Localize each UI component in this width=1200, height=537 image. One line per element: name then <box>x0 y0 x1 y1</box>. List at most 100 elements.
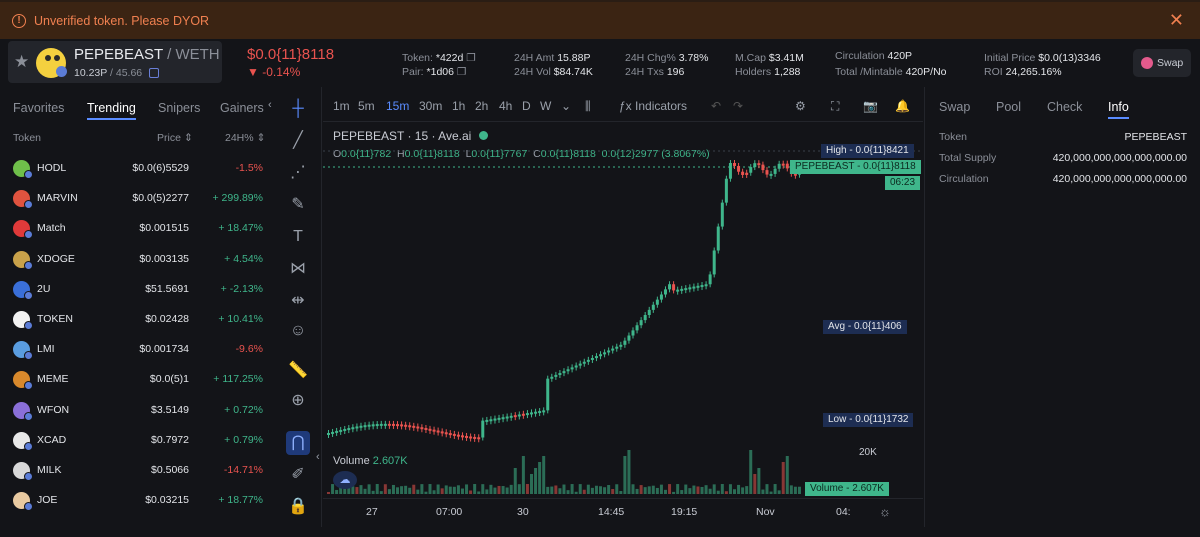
token-row[interactable]: MARVIN $0.0(5)2277 + 299.89% <box>0 184 268 214</box>
candle-body <box>586 359 590 362</box>
zoom-in-icon[interactable]: ⊕ <box>286 389 310 413</box>
volume-bar <box>497 485 501 494</box>
token-row[interactable]: XDOGE $0.003135 + 4.54% <box>0 245 268 275</box>
token-row[interactable]: HODL $0.0(6)5529 -1.5% <box>0 154 268 184</box>
volume-bar <box>542 456 546 494</box>
close-icon[interactable]: ✕ <box>1169 10 1184 31</box>
volume-bar <box>680 490 684 494</box>
stat-24h-chg: 24H Chg% 3.78% <box>625 52 709 64</box>
undo-icon[interactable]: ↶ <box>711 99 721 113</box>
lock-icon[interactable]: 🔒 <box>286 495 310 519</box>
token-change: + 18.77% <box>218 494 263 507</box>
tf-1m[interactable]: 1m <box>333 99 350 113</box>
token-row[interactable]: JOE $0.03215 + 18.77% <box>0 486 268 516</box>
candle-body <box>347 428 351 431</box>
lock-drawing-icon[interactable]: ✐ <box>286 463 310 487</box>
tab-trending[interactable]: Trending <box>87 101 136 120</box>
token-row[interactable]: WFON $3.5149 + 0.72% <box>0 396 268 426</box>
volume-bar <box>351 486 355 494</box>
magnet-icon[interactable]: ⋂ <box>286 431 310 455</box>
tf-2h[interactable]: 2h <box>475 99 488 113</box>
volume-bar <box>375 484 379 494</box>
token-row[interactable]: TOKEN $0.02428 + 10.41% <box>0 305 268 335</box>
ruler-icon[interactable]: 📏 <box>286 359 310 383</box>
volume-bar <box>590 487 594 494</box>
volume-bar <box>769 491 773 494</box>
volume-bar <box>460 488 464 494</box>
volume-bar <box>412 484 416 494</box>
tab-gainers[interactable]: Gainers <box>220 101 264 115</box>
tf-1h[interactable]: 1h <box>452 99 465 113</box>
tf-30m[interactable]: 30m <box>419 99 442 113</box>
token-row[interactable]: Match $0.001515 + 18.47% <box>0 214 268 244</box>
fib-icon[interactable]: ⋰ <box>286 161 310 185</box>
axis-settings-icon[interactable]: ☼ <box>879 504 891 519</box>
col-change[interactable]: 24H% ⇕ <box>225 132 265 144</box>
candle-type-icon[interactable]: ⫼ <box>585 99 591 114</box>
volume-bar <box>558 488 562 494</box>
tab-info[interactable]: Info <box>1108 100 1129 119</box>
token-change: + 0.79% <box>224 433 263 446</box>
redo-icon[interactable]: ↷ <box>733 99 743 113</box>
emoji-icon[interactable]: ☺ <box>286 319 310 343</box>
tab-favorites[interactable]: Favorites <box>13 101 64 115</box>
tf-4h[interactable]: 4h <box>499 99 512 113</box>
candle-body <box>497 417 501 420</box>
chevron-down-icon[interactable]: ⌄ <box>561 99 571 113</box>
candle-body <box>375 424 379 427</box>
tf-d[interactable]: D <box>522 99 531 113</box>
trendline-icon[interactable]: ╱ <box>286 129 310 153</box>
alert-bell-icon[interactable]: 🔔 <box>895 99 910 113</box>
cloud-icon[interactable]: ☁ <box>333 471 357 489</box>
pattern-icon[interactable]: ⋈ <box>286 257 310 281</box>
indicators-button[interactable]: ƒx Indicators <box>619 99 687 113</box>
settings-icon[interactable]: ⚙ <box>795 99 806 113</box>
price-chart[interactable]: 1m 5m 15m 30m 1h 2h 4h D W ⌄ ⫼ ƒx Indica… <box>323 87 923 527</box>
crosshair-icon[interactable]: ┼ <box>286 97 310 121</box>
token-row[interactable]: XCAD $0.7972 + 0.79% <box>0 426 268 456</box>
tab-swap[interactable]: Swap <box>939 100 970 114</box>
volume-bar <box>363 488 367 494</box>
volume-bar <box>331 484 335 494</box>
tab-snipers[interactable]: Snipers <box>158 101 200 115</box>
tf-15m[interactable]: 15m <box>386 99 409 113</box>
candle-body <box>493 418 497 421</box>
token-row[interactable]: MEME $0.0(5)1 + 117.25% <box>0 365 268 395</box>
text-icon[interactable]: T <box>286 225 310 249</box>
candle-body <box>359 425 363 428</box>
collapse-toolbar-icon[interactable]: ‹ <box>316 451 320 463</box>
tf-5m[interactable]: 5m <box>358 99 375 113</box>
star-icon[interactable]: ★ <box>14 52 29 72</box>
token-selector[interactable]: ★ PEPEBEAST / WETH 10.23P / 45.66 <box>8 41 222 83</box>
candle-body <box>550 376 554 379</box>
token-change: + 117.25% <box>213 373 263 386</box>
col-token[interactable]: Token <box>13 132 41 144</box>
measure-range-icon[interactable]: ⇹ <box>286 289 310 313</box>
pair-address[interactable]: Pair: *1d06 ❐ <box>402 66 466 78</box>
token-change: + -2.13% <box>220 282 263 295</box>
collapse-left-icon[interactable]: ‹ <box>268 99 276 113</box>
volume-bar <box>627 450 631 494</box>
candle-body <box>416 426 420 429</box>
brush-icon[interactable]: ✎ <box>286 193 310 217</box>
candle-body <box>781 163 785 166</box>
candle-body <box>733 163 736 166</box>
fullscreen-icon[interactable]: ⛶ <box>831 99 839 114</box>
tab-check[interactable]: Check <box>1047 100 1082 114</box>
candle-body <box>700 285 704 288</box>
token-name: TOKEN <box>37 313 73 325</box>
warning-text: Unverified token. Please DYOR <box>34 14 210 28</box>
token-row[interactable]: MILK $0.5066 -14.71% <box>0 456 268 486</box>
swap-button[interactable]: Swap <box>1133 49 1191 77</box>
token-row[interactable]: 2U $51.5691 + -2.13% <box>0 275 268 305</box>
stat-total-mintable: Total /Mintable 420P/No <box>835 66 947 78</box>
tf-w[interactable]: W <box>540 99 551 113</box>
token-row[interactable]: LMI $0.001734 -9.6% <box>0 335 268 365</box>
x-tick: 04: <box>836 506 851 518</box>
col-price[interactable]: Price ⇕ <box>157 132 193 144</box>
token-address[interactable]: Token: *422d ❐ <box>402 52 476 64</box>
camera-icon[interactable]: 📷 <box>863 99 878 113</box>
tab-pool[interactable]: Pool <box>996 100 1021 114</box>
stat-initial-price: Initial Price $0.0(13)3346 <box>984 52 1101 64</box>
candle-body <box>684 288 688 291</box>
